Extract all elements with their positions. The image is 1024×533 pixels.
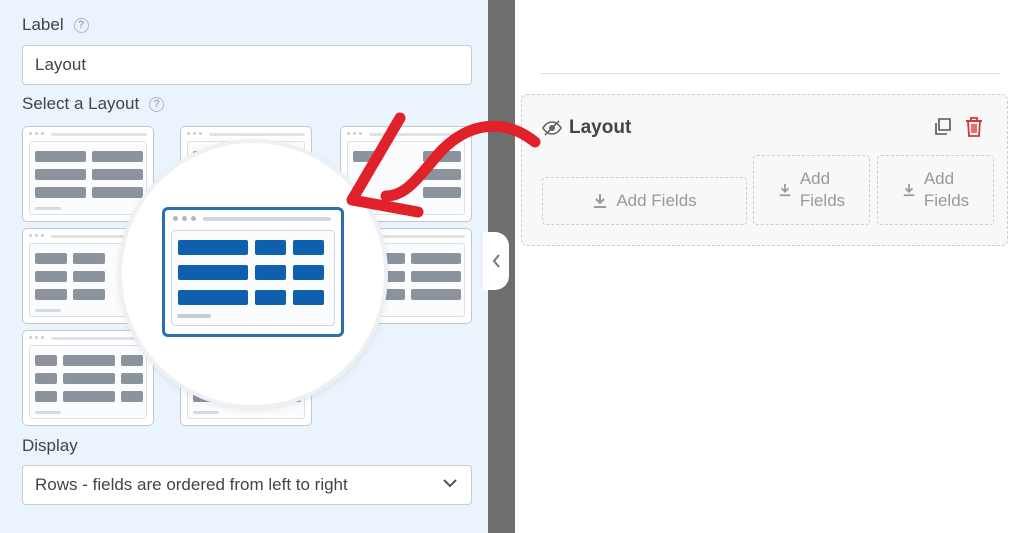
- annotation-arrow: [346, 112, 541, 218]
